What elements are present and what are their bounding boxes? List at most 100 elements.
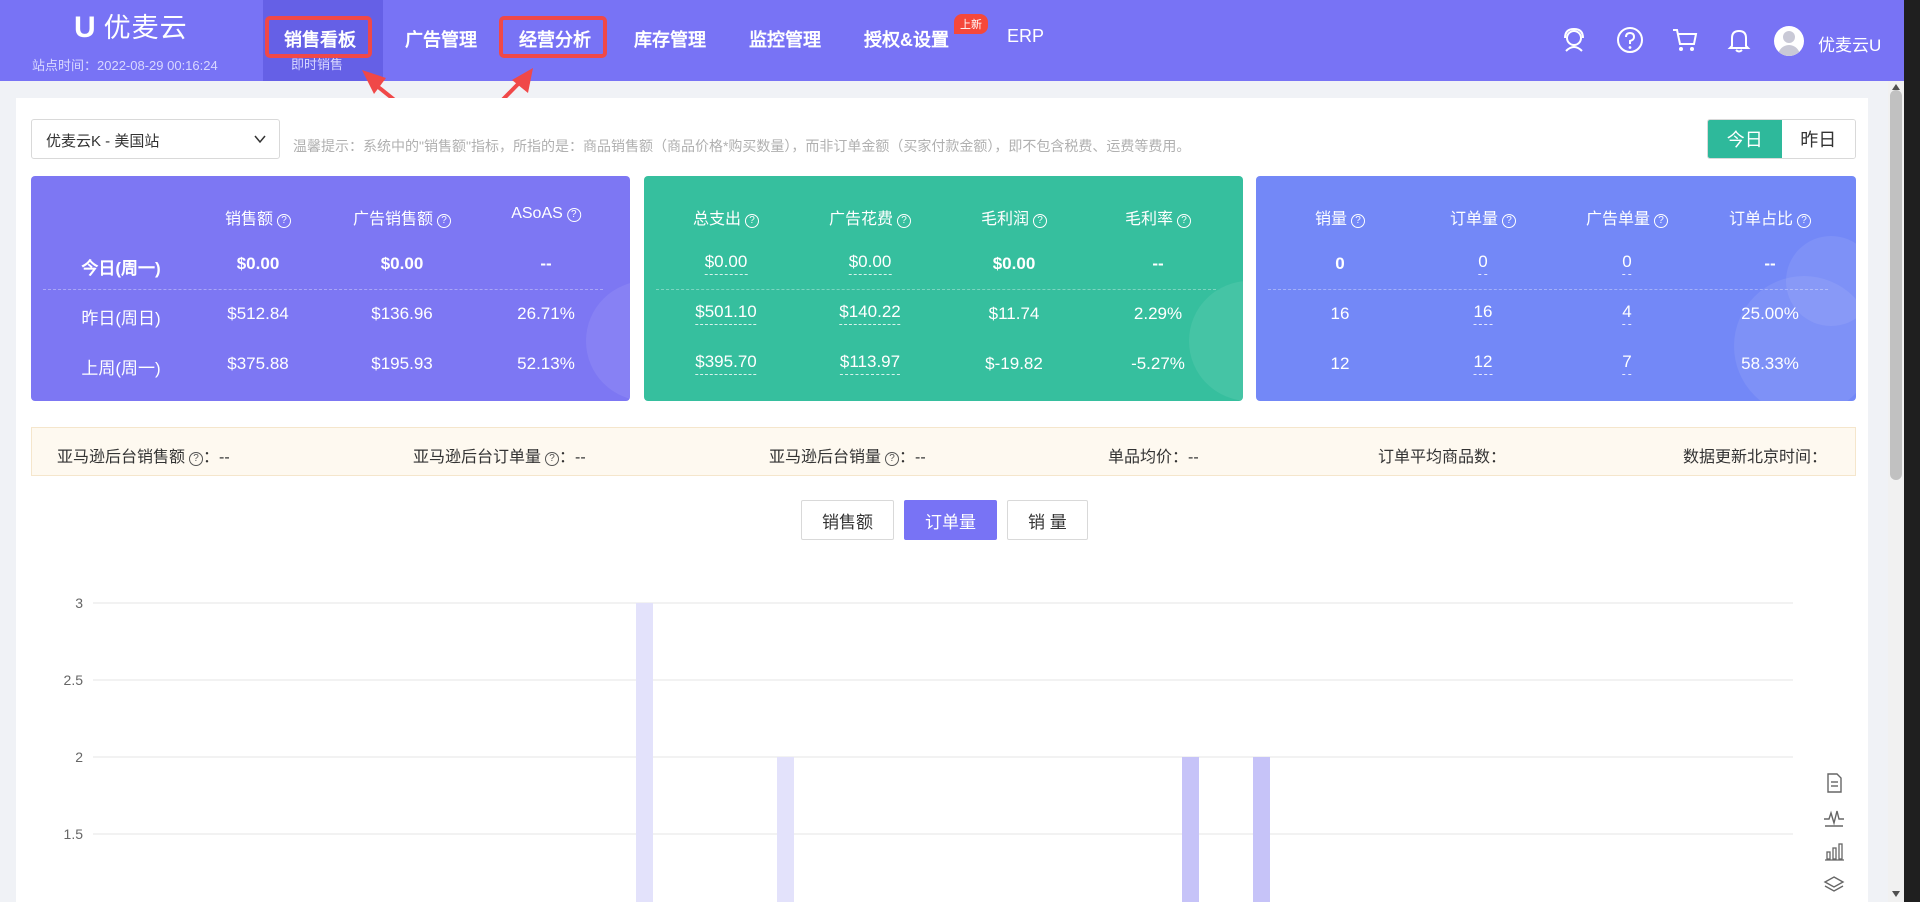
nav-item-monitoring[interactable]: 监控管理 (749, 26, 821, 52)
cell-value: -- (1764, 254, 1776, 273)
cell-value: 25.00% (1741, 304, 1799, 323)
scrollbar-thumb[interactable] (1890, 90, 1902, 480)
cell-value: $195.93 (371, 354, 433, 373)
cost-card: 总支出? 广告花费? 毛利润? 毛利率? $0.00 $0.00 $0.00 -… (644, 176, 1243, 401)
col-header-sales: 销售额? (225, 205, 292, 229)
cell-value: 26.71% (517, 304, 575, 323)
metric-tabs: 销售额 订单量 销 量 (801, 500, 1088, 540)
cell-value: $11.74 (988, 304, 1040, 323)
amazon-units-stat: 亚马逊后台销量? ：-- (769, 449, 926, 466)
line-chart-icon[interactable] (1823, 806, 1845, 828)
avg-items-stat: 订单平均商品数： (1378, 449, 1507, 466)
support-icon[interactable] (1560, 26, 1588, 54)
chart-bar[interactable] (1182, 757, 1199, 902)
cell-link-value[interactable]: $0.00 (848, 252, 892, 275)
help-icon[interactable] (1616, 26, 1644, 54)
row-label-last-week: 上周(周一) (81, 359, 161, 378)
col-header-order-ratio: 订单占比? (1729, 205, 1812, 229)
unit-price-stat: 单品均价：-- (1108, 449, 1199, 466)
username[interactable]: 优麦云U (1818, 31, 1881, 56)
window-edge (1904, 0, 1920, 902)
cell-link-value[interactable]: $0.00 (704, 252, 748, 275)
orders-bar-chart: 3 2.5 2 1.5 (64, 595, 1793, 902)
tab-order-count[interactable]: 订单量 (904, 500, 997, 540)
cell-value: $136.96 (371, 304, 433, 323)
app-logo[interactable]: U 优麦云 (74, 12, 188, 44)
nav-item-erp[interactable]: ERP (1007, 26, 1044, 47)
day-toggle: 今日 昨日 (1707, 119, 1856, 159)
cell-value: 2.29% (1133, 304, 1183, 323)
amazon-summary-strip: 亚马逊后台销售额? ：-- 亚马逊后台订单量? ：-- 亚马逊后台销量? ：-- 单品… (31, 427, 1856, 476)
today-button[interactable]: 今日 (1708, 120, 1782, 158)
cell-value: 0 (1335, 254, 1345, 273)
cart-icon[interactable] (1671, 26, 1699, 54)
cell-value: $0.00 (236, 254, 280, 273)
top-nav: U 优麦云 站点时间：2022-08-29 00:16:24 销售看板 即时销售… (0, 0, 1920, 81)
cell-value: $-19.82 (985, 354, 1043, 373)
bar-chart-icon[interactable] (1823, 840, 1845, 862)
highlight-box-business-analysis (499, 16, 607, 58)
store-select[interactable]: 优麦云K - 美国站 (31, 119, 280, 159)
cell-value: $512.84 (227, 304, 289, 323)
col-header-units: 销量? (1315, 205, 1366, 229)
chart-y-tick-label: 3 (75, 595, 83, 611)
highlight-box-sales-board (265, 16, 372, 58)
logo-mark: U (74, 11, 96, 44)
orders-card: 销量? 订单量? 广告单量? 订单占比? 0 0 0 -- 16 16 4 25… (1256, 176, 1856, 401)
site-time: 站点时间：2022-08-29 00:16:24 (32, 58, 218, 73)
data-view-icon[interactable] (1823, 772, 1845, 794)
amazon-sales-stat: 亚马逊后台销售额? ：-- (57, 449, 230, 466)
nav-item-inventory[interactable]: 库存管理 (634, 26, 706, 52)
cell-link-value[interactable]: 4 (1622, 302, 1632, 325)
cell-link-value[interactable]: $395.70 (695, 352, 757, 375)
col-header-orders: 订单量? (1450, 205, 1517, 229)
cell-value: $375.88 (227, 354, 289, 373)
nav-item-auth-settings[interactable]: 授权&设置 (864, 26, 949, 52)
col-header-gross-profit: 毛利润? (981, 205, 1048, 229)
new-badge: 上新 (954, 14, 988, 34)
cell-value: $0.00 (380, 254, 424, 273)
chevron-down-icon (254, 135, 266, 144)
chart-bar[interactable] (1253, 757, 1270, 902)
cell-link-value[interactable]: 12 (1473, 352, 1493, 375)
row-divider (656, 289, 1216, 290)
cell-link-value[interactable]: 0 (1622, 252, 1632, 275)
cell-link-value[interactable]: 16 (1473, 302, 1493, 325)
scroll-up-arrow-icon[interactable] (1891, 83, 1901, 91)
chart-y-tick-label: 2.5 (64, 672, 84, 688)
tab-sales-amount[interactable]: 销售额 (801, 500, 894, 540)
chart-y-tick-label: 1.5 (64, 826, 84, 842)
update-time-stat: 数据更新北京时间： (1683, 449, 1828, 466)
cell-value: $0.00 (992, 254, 1036, 273)
hint-text: 温馨提示：系统中的"销售额"指标，所指的是：商品销售额（商品价格*购买数量），而… (293, 138, 1191, 154)
col-header-gross-margin: 毛利率? (1125, 205, 1192, 229)
yesterday-button[interactable]: 昨日 (1781, 120, 1855, 158)
cell-link-value[interactable]: $140.22 (839, 302, 901, 325)
cell-value: 16 (1330, 304, 1350, 323)
col-header-ad-spend: 广告花费? (829, 205, 912, 229)
cell-value: 12 (1330, 354, 1350, 373)
scroll-down-arrow-icon[interactable] (1891, 890, 1901, 898)
chart-bar[interactable] (636, 603, 653, 902)
row-divider (1268, 289, 1828, 290)
col-header-asoas: ASoAS? (511, 205, 581, 223)
col-header-ad-sales: 广告销售额? (353, 205, 452, 229)
store-select-value: 优麦云K - 美国站 (46, 133, 160, 150)
avatar[interactable] (1774, 26, 1804, 56)
chart-y-tick-label: 2 (75, 749, 83, 765)
cell-link-value[interactable]: 7 (1622, 352, 1632, 375)
cell-value: -5.27% (1131, 354, 1185, 373)
stack-layers-icon[interactable] (1823, 874, 1845, 896)
chart-bar[interactable] (777, 757, 794, 902)
bell-icon[interactable] (1725, 26, 1753, 54)
cell-link-value[interactable]: $113.97 (839, 352, 901, 375)
cell-link-value[interactable]: $501.10 (695, 302, 757, 325)
col-header-total-expense: 总支出? (693, 205, 760, 229)
nav-item-ads[interactable]: 广告管理 (405, 26, 477, 52)
amazon-orders-stat: 亚马逊后台订单量? ：-- (413, 449, 586, 466)
sales-card: 销售额? 广告销售额? ASoAS? 今日(周一) $0.00 $0.00 --… (31, 176, 630, 401)
cell-link-value[interactable]: 0 (1478, 252, 1488, 275)
logo-text: 优麦云 (103, 13, 188, 43)
cell-value: 52.13% (517, 354, 575, 373)
tab-units[interactable]: 销 量 (1007, 500, 1088, 540)
